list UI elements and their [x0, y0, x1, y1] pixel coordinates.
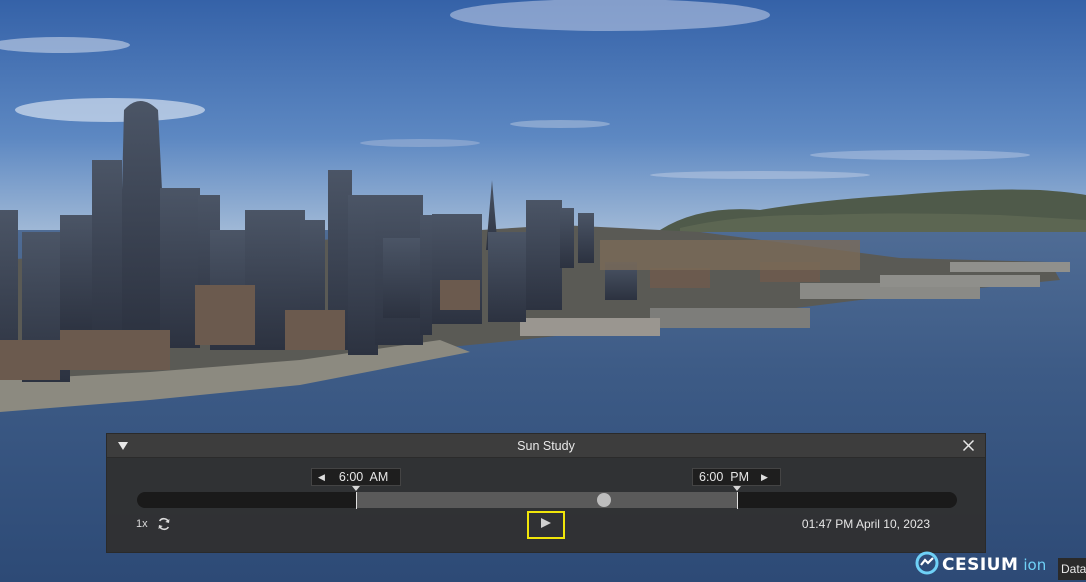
time-slider-thumb[interactable]: [597, 493, 611, 507]
start-time-value[interactable]: 6:00 AM: [339, 470, 388, 484]
end-time-value[interactable]: 6:00 PM: [699, 470, 749, 484]
start-marker: [352, 486, 360, 491]
range-end-edge: [737, 492, 738, 509]
cesium-ion-logo[interactable]: CESIUM ion: [915, 551, 1047, 580]
refresh-icon[interactable]: [157, 517, 171, 531]
panel-title: Sun Study: [517, 439, 575, 453]
triangle-left-icon[interactable]: ◀: [318, 472, 325, 483]
start-time-control: ◀ 6:00 AM: [311, 468, 401, 486]
current-datetime: 01:47 PM April 10, 2023: [801, 517, 930, 531]
range-start-edge: [356, 492, 357, 509]
sun-study-panel: Sun Study ◀ 6:00 AM 6:00 PM ▶ 1x 01:47 P…: [106, 433, 986, 553]
logo-product-text: ion: [1023, 556, 1047, 574]
speed-selector[interactable]: 1x: [136, 518, 148, 530]
time-slider-range: [357, 492, 737, 508]
close-icon[interactable]: [962, 439, 975, 452]
play-icon: [540, 516, 552, 534]
triangle-right-icon[interactable]: ▶: [761, 472, 768, 483]
logo-brand-text: CESIUM: [942, 555, 1019, 575]
play-button[interactable]: [527, 511, 565, 539]
end-marker: [733, 486, 741, 491]
cesium-logo-icon: [915, 551, 939, 580]
panel-header: Sun Study: [107, 434, 985, 458]
end-time-control: 6:00 PM ▶: [692, 468, 781, 486]
data-attribution-button[interactable]: Data: [1058, 558, 1086, 580]
